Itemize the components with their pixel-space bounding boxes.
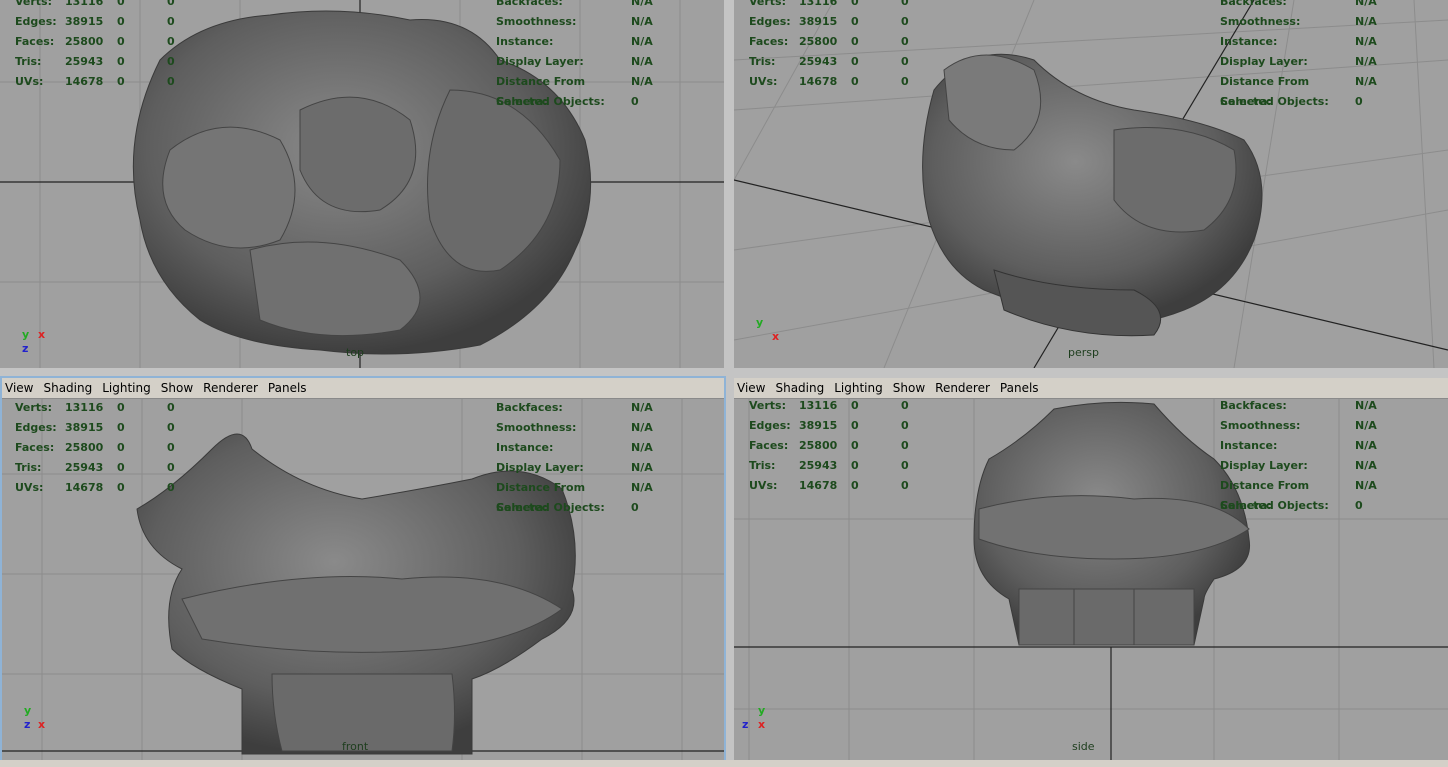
- info-row-selected: Selected Objects: 0: [1220, 499, 1363, 512]
- stat-row-edges: Edges: 38915 0 0: [15, 15, 175, 28]
- view-name-front: front: [342, 740, 369, 753]
- stats-hud-front: Verts: 13116 0 0 Edges: 38915 0 0 Faces: 25800 0…: [15, 399, 197, 498]
- info-row-smoothness: Smoothness: N/A: [1220, 419, 1377, 432]
- axis-gizmo-front: y z x: [24, 704, 46, 731]
- info-row-backfaces: Backfaces: N/A: [496, 0, 653, 8]
- view-name-top: top: [346, 346, 365, 359]
- info-row-display-layer: Display Layer: N/A: [1220, 459, 1377, 472]
- stat-row-verts: Verts: 13116 0 0: [15, 0, 175, 8]
- stat-row-verts: Verts: 13116 0 0: [749, 399, 909, 412]
- info-row-backfaces: Backfaces: N/A: [496, 401, 653, 414]
- stat-row-faces: Faces: 25800 0 0: [749, 439, 909, 452]
- menu-view[interactable]: View: [737, 381, 765, 395]
- axis-gizmo-top: y x z: [22, 328, 46, 355]
- info-row-selected: Selected Objects: 0: [496, 501, 639, 514]
- menu-lighting[interactable]: Lighting: [102, 381, 151, 395]
- info-hud-top: Backfaces: N/A Smoothness: N/A Instance: N/…: [496, 0, 671, 112]
- stats-hud-persp: Verts: 13116 0 0 Edges: 38915 0 0 Faces: 25800 0…: [749, 0, 931, 92]
- viewport-panel-front[interactable]: View Shading Lighting Show Renderer Pane…: [0, 376, 726, 762]
- stat-row-verts: Verts: 13116 0 0: [15, 401, 175, 414]
- stat-row-tris: Tris: 25943 0 0: [15, 55, 175, 68]
- stat-row-uvs: UVs: 14678 0 0: [15, 481, 175, 494]
- viewport-panel-persp[interactable]: Verts: 13116 0 0 Edges: 38915 0 0 Faces: 25800 0…: [734, 0, 1448, 368]
- info-row-instance: Instance: N/A: [496, 35, 653, 48]
- info-hud-persp: Backfaces: N/A Smoothness: N/A Instance: N/…: [1220, 0, 1395, 112]
- panel-menubar-side: View Shading Lighting Show Renderer Pane…: [734, 378, 1448, 399]
- viewport-top[interactable]: Verts: 13116 0 0 Edges: 38915 0 0 Faces: 25800 0…: [0, 0, 724, 368]
- stat-row-verts: Verts: 13116 0 0: [749, 0, 909, 8]
- stats-hud-side: Verts: 13116 0 0 Edges: 38915 0 0 Faces: 25800 0…: [749, 399, 931, 496]
- menu-show[interactable]: Show: [161, 381, 193, 395]
- info-row-display-layer: Display Layer: N/A: [496, 55, 653, 68]
- menu-renderer[interactable]: Renderer: [203, 381, 258, 395]
- menu-show[interactable]: Show: [893, 381, 925, 395]
- bottom-strip: [0, 760, 1448, 767]
- stat-row-uvs: UVs: 14678 0 0: [749, 479, 909, 492]
- panel-menubar-front: View Shading Lighting Show Renderer Pane…: [2, 378, 724, 399]
- info-row-selected: Selected Objects: 0: [1220, 95, 1363, 108]
- stat-row-uvs: UVs: 14678 0 0: [15, 75, 175, 88]
- info-row-distance: Distance From Camera: N/A: [1220, 479, 1377, 512]
- menu-panels[interactable]: Panels: [268, 381, 307, 395]
- info-row-smoothness: Smoothness: N/A: [496, 421, 653, 434]
- info-row-instance: Instance: N/A: [496, 441, 653, 454]
- stats-hud-top: Verts: 13116 0 0 Edges: 38915 0 0 Faces: 25800 0…: [15, 0, 197, 92]
- info-row-display-layer: Display Layer: N/A: [496, 461, 653, 474]
- info-row-smoothness: Smoothness: N/A: [1220, 15, 1377, 28]
- stat-row-tris: Tris: 25943 0 0: [749, 459, 909, 472]
- viewport-front[interactable]: Verts: 13116 0 0 Edges: 38915 0 0 Faces: 25800 0…: [2, 399, 724, 760]
- info-row-distance: Distance From Camera: N/A: [1220, 75, 1377, 108]
- stat-row-tris: Tris: 25943 0 0: [15, 461, 175, 474]
- stat-row-tris: Tris: 25943 0 0: [749, 55, 909, 68]
- stat-row-faces: Faces: 25800 0 0: [749, 35, 909, 48]
- info-row-backfaces: Backfaces: N/A: [1220, 399, 1377, 412]
- menu-view[interactable]: View: [5, 381, 33, 395]
- info-hud-side: Backfaces: N/A Smoothness: N/A Instance: N/…: [1220, 399, 1395, 516]
- viewport-persp[interactable]: Verts: 13116 0 0 Edges: 38915 0 0 Faces: 25800 0…: [734, 0, 1448, 368]
- stat-row-faces: Faces: 25800 0 0: [15, 35, 175, 48]
- view-name-persp: persp: [1068, 346, 1099, 359]
- info-row-instance: Instance: N/A: [1220, 35, 1377, 48]
- menu-panels[interactable]: Panels: [1000, 381, 1039, 395]
- stat-row-uvs: UVs: 14678 0 0: [749, 75, 909, 88]
- viewport-side[interactable]: Verts: 13116 0 0 Edges: 38915 0 0 Faces: 25800 0…: [734, 399, 1448, 760]
- info-row-display-layer: Display Layer: N/A: [1220, 55, 1377, 68]
- info-row-instance: Instance: N/A: [1220, 439, 1377, 452]
- axis-gizmo-side: y z x: [742, 704, 766, 731]
- stat-row-edges: Edges: 38915 0 0: [749, 15, 909, 28]
- info-row-selected: Selected Objects: 0: [496, 95, 639, 108]
- viewport-panel-top[interactable]: Verts: 13116 0 0 Edges: 38915 0 0 Faces: 25800 0…: [0, 0, 724, 368]
- menu-renderer[interactable]: Renderer: [935, 381, 990, 395]
- axis-gizmo-persp: y x: [756, 316, 780, 343]
- view-name-side: side: [1072, 740, 1095, 753]
- stat-row-edges: Edges: 38915 0 0: [749, 419, 909, 432]
- menu-shading[interactable]: Shading: [775, 381, 824, 395]
- viewport-panel-side[interactable]: View Shading Lighting Show Renderer Pane…: [734, 378, 1448, 760]
- menu-shading[interactable]: Shading: [43, 381, 92, 395]
- info-row-distance: Distance From Camera: N/A: [496, 75, 653, 108]
- info-row-smoothness: Smoothness: N/A: [496, 15, 653, 28]
- info-row-backfaces: Backfaces: N/A: [1220, 0, 1377, 8]
- stat-row-edges: Edges: 38915 0 0: [15, 421, 175, 434]
- info-hud-front: Backfaces: N/A Smoothness: N/A Instance: N/…: [496, 399, 671, 518]
- info-row-distance: Distance From Camera: N/A: [496, 481, 653, 514]
- menu-lighting[interactable]: Lighting: [834, 381, 883, 395]
- stat-row-faces: Faces: 25800 0 0: [15, 441, 175, 454]
